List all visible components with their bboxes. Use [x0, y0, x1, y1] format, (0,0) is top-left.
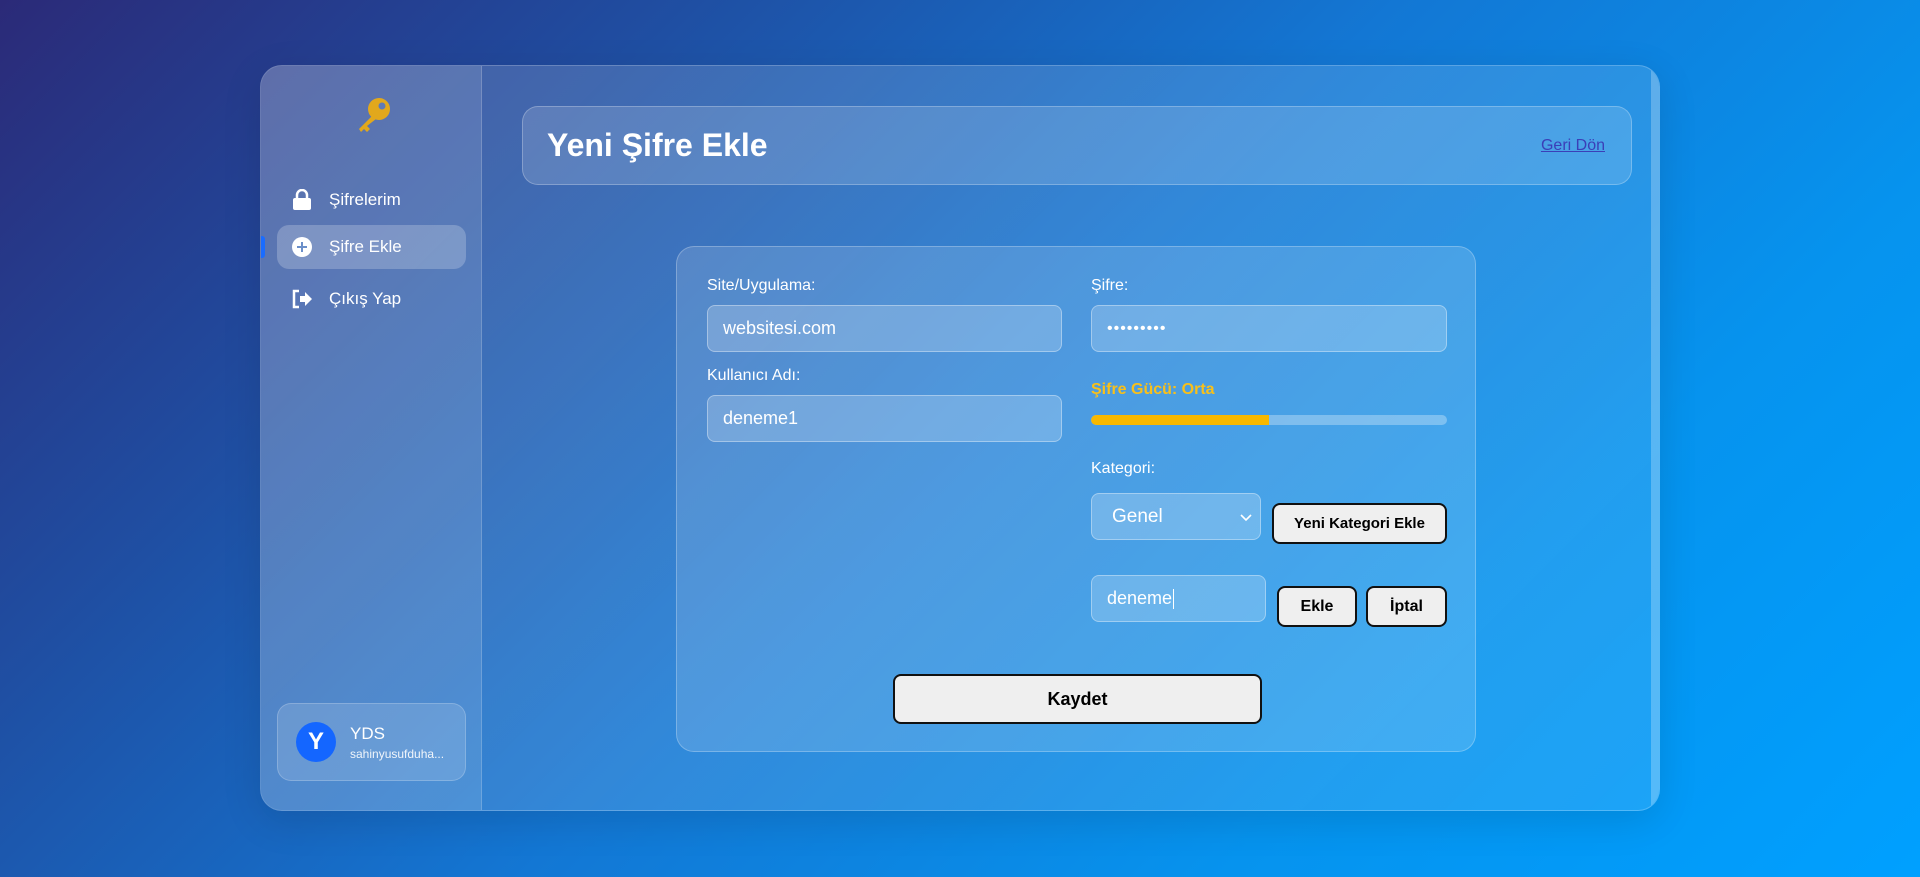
- back-link[interactable]: Geri Dön: [1541, 137, 1605, 155]
- app-window: Şifrelerim Şifre Ekle Çıkış Yap Y YDS sa…: [260, 65, 1660, 811]
- text-cursor: [1173, 588, 1175, 609]
- active-indicator: [261, 236, 265, 258]
- chevron-down-icon: [1240, 506, 1252, 528]
- sidebar-item-add-password[interactable]: Şifre Ekle: [277, 225, 466, 269]
- user-email: sahinyusufduha...: [350, 746, 445, 761]
- sidebar: Şifrelerim Şifre Ekle Çıkış Yap Y YDS sa…: [261, 66, 482, 810]
- strength-meter: [1091, 415, 1447, 425]
- username-input[interactable]: [707, 395, 1062, 442]
- sidebar-item-label: Şifrelerim: [329, 190, 401, 209]
- add-category-button[interactable]: Yeni Kategori Ekle: [1272, 503, 1447, 544]
- password-input[interactable]: [1091, 305, 1447, 352]
- scrollbar[interactable]: [1651, 66, 1659, 810]
- user-name: YDS: [350, 723, 385, 743]
- plus-circle-icon: [291, 236, 313, 258]
- password-label: Şifre:: [1091, 277, 1129, 294]
- new-category-value: deneme: [1107, 588, 1173, 608]
- sidebar-item-label: Şifre Ekle: [329, 237, 402, 256]
- sidebar-item-passwords[interactable]: Şifrelerim: [277, 178, 466, 222]
- cancel-button[interactable]: İptal: [1366, 586, 1447, 627]
- page-header: Yeni Şifre Ekle Geri Dön: [522, 106, 1632, 185]
- username-label: Kullanıcı Adı:: [707, 367, 801, 384]
- category-label: Kategori:: [1091, 460, 1156, 477]
- add-button[interactable]: Ekle: [1277, 586, 1357, 627]
- user-card[interactable]: Y YDS sahinyusufduha...: [277, 703, 466, 781]
- add-password-form: Site/Uygulama: Kullanıcı Adı: Şifre: Şif…: [676, 246, 1476, 752]
- strength-label: Şifre Gücü: Orta: [1091, 381, 1215, 398]
- user-info: YDS sahinyusufduha...: [350, 724, 450, 761]
- site-label: Site/Uygulama:: [707, 277, 816, 294]
- sidebar-item-logout[interactable]: Çıkış Yap: [277, 277, 466, 321]
- logout-icon: [291, 288, 313, 310]
- sidebar-item-label: Çıkış Yap: [329, 289, 402, 308]
- avatar: Y: [296, 722, 336, 762]
- site-input[interactable]: [707, 305, 1062, 352]
- new-category-input[interactable]: deneme: [1091, 575, 1266, 622]
- save-button[interactable]: Kaydet: [893, 674, 1262, 724]
- lock-icon: [291, 189, 313, 211]
- page-title: Yeni Şifre Ekle: [547, 127, 768, 163]
- category-select[interactable]: Genel: [1091, 493, 1261, 540]
- strength-fill: [1091, 415, 1269, 425]
- category-selected: Genel: [1112, 505, 1163, 527]
- key-icon: [351, 94, 395, 138]
